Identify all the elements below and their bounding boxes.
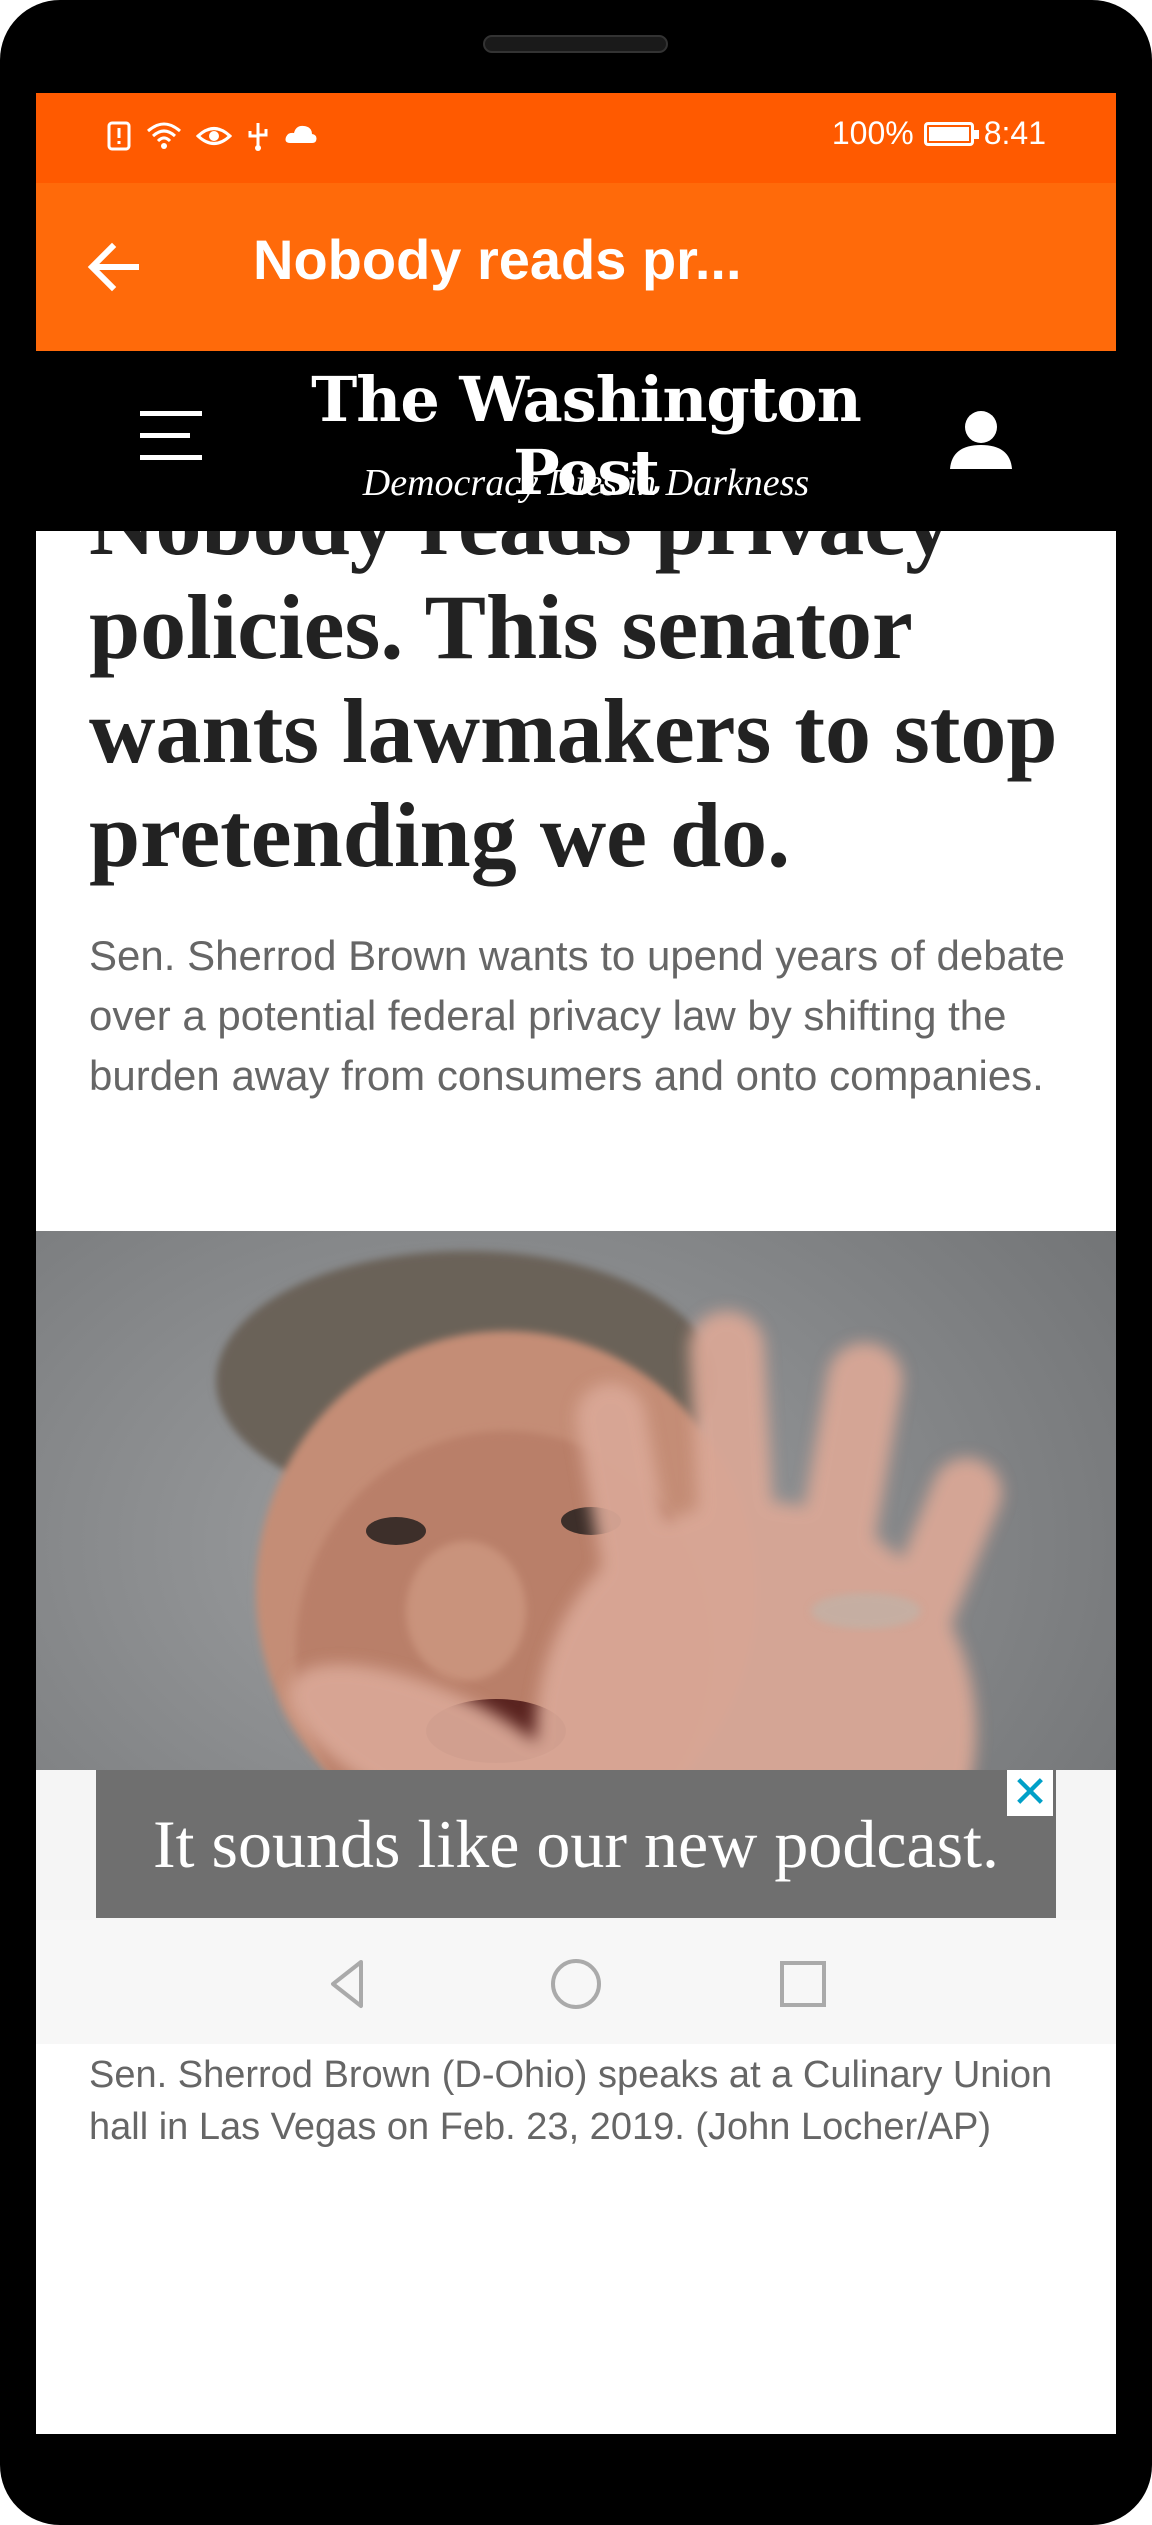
hamburger-menu-icon[interactable]	[140, 411, 202, 461]
usb-icon	[248, 123, 268, 151]
article-headline: Nobody reads privacy policies. This sena…	[89, 531, 1058, 886]
square-recents-icon[interactable]	[773, 1954, 833, 2014]
app-toolbar: Nobody reads pr...	[36, 183, 1116, 351]
status-bar: 100% 8:41	[36, 93, 1116, 183]
toolbar-title: Nobody reads pr...	[253, 228, 742, 291]
user-icon[interactable]	[948, 409, 1014, 469]
publication-header: The Washington Post Democracy Dies in Da…	[36, 351, 1116, 531]
tagline: Democracy Dies in Darkness	[362, 462, 810, 504]
triangle-back-icon[interactable]	[319, 1954, 379, 2014]
wifi-icon	[147, 122, 181, 149]
status-icons	[106, 121, 318, 151]
status-right: 100% 8:41	[832, 115, 1046, 152]
system-navigation-bar	[36, 1920, 1116, 2044]
article-body: Nobody reads privacy policies. This sena…	[36, 531, 1116, 2434]
eye-icon	[196, 127, 232, 145]
cloud-icon	[285, 125, 317, 143]
close-icon[interactable]: ✕	[1007, 1770, 1053, 1816]
battery-icon	[923, 121, 979, 146]
battery-fill	[928, 126, 969, 141]
screen: 100% 8:41 Nobody reads pr... The Washing…	[36, 93, 1116, 2434]
earpiece-speaker	[483, 35, 668, 53]
phone-frame: 100% 8:41 Nobody reads pr... The Washing…	[0, 0, 1152, 2525]
circle-home-icon[interactable]	[546, 1954, 606, 2014]
article-dek: Sen. Sherrod Brown wants to upend years …	[89, 932, 1065, 1099]
ad-banner[interactable]: It sounds like our new podcast.	[96, 1770, 1056, 1918]
battery-percent: 100%	[831, 115, 914, 151]
clock: 8:41	[983, 115, 1046, 151]
arrow-left-icon[interactable]	[84, 239, 144, 295]
alert-icon	[107, 121, 131, 151]
photo-caption: Sen. Sherrod Brown (D-Ohio) speaks at a …	[89, 2054, 1053, 2148]
ad-container: It sounds like our new podcast. ✕	[36, 1770, 1116, 1920]
